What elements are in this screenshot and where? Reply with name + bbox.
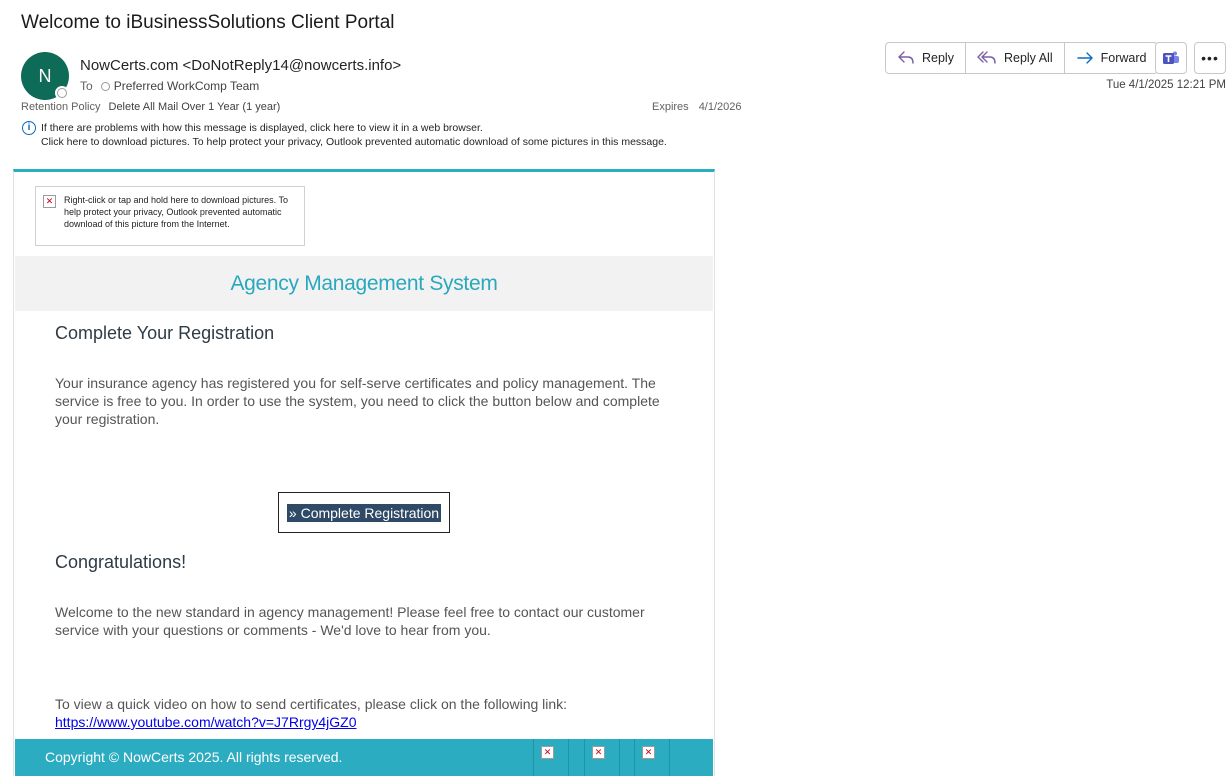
email-body: ✕ Right-click or tap and hold here to do… (13, 169, 715, 776)
complete-registration-label: » Complete Registration (286, 503, 442, 522)
registration-paragraph: Your insurance agency has registered you… (55, 375, 660, 427)
recipients-row: To Preferred WorkComp Team (80, 79, 259, 93)
reply-icon (898, 51, 914, 64)
welcome-paragraph: Welcome to the new standard in agency ma… (55, 604, 645, 638)
broken-image-icon: ✕ (541, 746, 554, 759)
complete-registration-button[interactable]: » Complete Registration (278, 492, 450, 533)
recipient-name[interactable]: Preferred WorkComp Team (114, 79, 260, 93)
teams-share-button[interactable] (1155, 42, 1187, 74)
reply-all-button[interactable]: Reply All (966, 43, 1065, 73)
teams-icon (1163, 51, 1179, 64)
retention-value: Delete All Mail Over 1 Year (1 year) (108, 101, 281, 113)
forward-icon (1076, 52, 1093, 64)
avatar-initial: N (38, 65, 52, 86)
email-subject: Welcome to iBusinessSolutions Client Por… (21, 12, 395, 33)
blocked-image-notice: Right-click or tap and hold here to down… (64, 195, 288, 229)
blocked-image-placeholder[interactable]: ✕ Right-click or tap and hold here to do… (35, 186, 305, 246)
more-actions-button[interactable]: ••• (1194, 42, 1226, 74)
message-actions-toolbar: Reply Reply All Forward (885, 42, 1159, 74)
forward-button[interactable]: Forward (1065, 43, 1158, 73)
reply-all-label: Reply All (1003, 51, 1053, 65)
presence-status-icon (55, 86, 69, 100)
view-in-browser-notice[interactable]: If there are problems with how this mess… (41, 121, 483, 135)
registration-heading: Complete Your Registration (55, 323, 275, 343)
broken-image-icon: ✕ (592, 746, 605, 759)
download-pictures-notice[interactable]: Click here to download pictures. To help… (41, 135, 667, 149)
video-link-row: https://www.youtube.com/watch?v=J7Rrgy4j… (55, 713, 685, 732)
retention-policy: Retention Policy Delete All Mail Over 1 Y… (21, 101, 280, 113)
video-instructions: To view a quick video on how to send cer… (55, 696, 568, 712)
social-link-3[interactable]: ✕ (634, 739, 670, 776)
reply-all-icon (977, 51, 996, 64)
to-label: To (80, 79, 93, 93)
footer-copyright: Copyright © NowCerts 2025. All rights re… (45, 749, 343, 765)
reply-label: Reply (922, 51, 954, 65)
info-icon: i (22, 121, 36, 135)
reply-button[interactable]: Reply (886, 43, 966, 73)
received-datetime: Tue 4/1/2025 12:21 PM (1106, 79, 1226, 91)
expires-label: Expires (652, 101, 689, 113)
expiry-info: Expires 4/1/2026 (652, 101, 742, 113)
brand-banner: Agency Management System (15, 256, 713, 311)
brand-title: Agency Management System (230, 271, 498, 295)
sender-address[interactable]: NowCerts.com <DoNotReply14@nowcerts.info… (80, 57, 401, 74)
social-link-2[interactable]: ✕ (584, 739, 620, 776)
broken-image-icon: ✕ (43, 195, 56, 208)
recipient-presence-icon (100, 81, 110, 91)
social-link-1[interactable]: ✕ (533, 739, 569, 776)
broken-image-icon: ✕ (642, 746, 655, 759)
congratulations-heading: Congratulations! (55, 552, 187, 572)
video-link[interactable]: https://www.youtube.com/watch?v=J7Rrgy4j… (55, 714, 357, 730)
email-footer: Copyright © NowCerts 2025. All rights re… (15, 739, 713, 776)
expires-value: 4/1/2026 (698, 101, 742, 113)
forward-label: Forward (1100, 51, 1147, 65)
retention-label: Retention Policy (21, 101, 101, 113)
